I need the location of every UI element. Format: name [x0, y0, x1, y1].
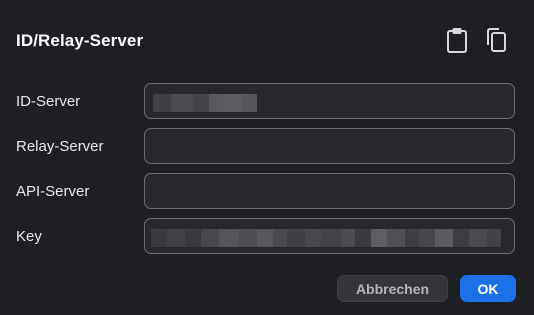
ok-button[interactable]: OK [460, 275, 516, 302]
key-input[interactable] [145, 219, 514, 253]
key-field[interactable] [144, 218, 515, 254]
api-server-input[interactable] [145, 174, 514, 208]
server-settings-dialog: ID/Relay-Server ID-Server Relay-Server A [0, 0, 534, 315]
api-server-field[interactable] [144, 173, 515, 209]
clipboard-icon[interactable] [446, 27, 468, 53]
relay-server-label: Relay-Server [16, 138, 104, 155]
key-label: Key [16, 228, 42, 245]
api-server-label: API-Server [16, 183, 90, 200]
relay-server-field[interactable] [144, 128, 515, 164]
id-server-field[interactable] [144, 83, 515, 119]
copy-icon[interactable] [485, 27, 507, 53]
dialog-title: ID/Relay-Server [16, 31, 144, 50]
id-server-label: ID-Server [16, 93, 81, 110]
id-server-input[interactable] [145, 84, 514, 118]
relay-server-input[interactable] [145, 129, 514, 163]
cancel-button[interactable]: Abbrechen [337, 275, 448, 302]
